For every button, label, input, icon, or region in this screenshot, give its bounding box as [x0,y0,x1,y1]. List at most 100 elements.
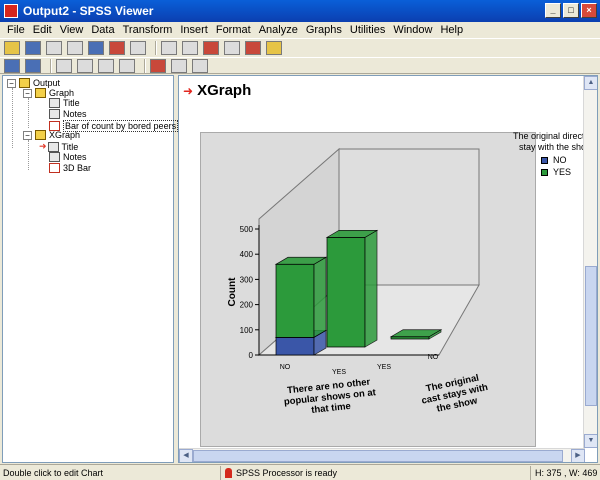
spss-app-icon[interactable] [4,4,18,18]
notes-doc-icon [49,152,60,162]
show-icon[interactable] [98,58,114,73]
print-preview-icon[interactable] [67,41,83,55]
y-axis-label: Count [227,277,238,307]
menu-edit[interactable]: Edit [29,24,56,36]
scroll-left-button[interactable]: ◀ [179,449,193,462]
undo-icon[interactable] [130,41,146,55]
tree-line [28,98,29,128]
print-icon[interactable] [46,41,62,55]
scroll-up-button[interactable]: ▲ [584,76,597,90]
status-processor: SPSS Processor is ready [220,465,530,480]
title-doc-icon [49,98,60,108]
tree-node-title[interactable]: ➜ Title [39,141,78,152]
vertical-scrollbar[interactable]: ▲ ▼ [583,76,597,448]
3d-bar-chart[interactable]: 0 100 200 300 400 500 Count NO YES YES NO There ar… [201,133,537,448]
bar-back-yes-cat1-side [364,229,378,348]
export-icon[interactable] [88,41,104,55]
output-heading: ➜ XGraph [183,82,251,99]
tree-node-notes[interactable]: Notes [49,109,87,119]
tree-node-notes[interactable]: Notes [49,152,87,162]
toolbar-separator [50,58,52,73]
tree-node-label: Notes [63,109,87,119]
tree-node-output[interactable]: − Output [7,78,60,88]
promote-icon[interactable] [4,58,20,73]
recall-dialog-icon[interactable] [109,41,125,55]
demote-icon[interactable] [25,58,41,73]
insert-heading-icon[interactable] [150,58,166,73]
tree-node-label: Bar of count by bored peers [63,120,179,132]
tree-node-graph[interactable]: − Graph [23,88,74,98]
minimize-button[interactable]: _ [545,3,561,18]
y-tick-label: 300 [240,275,254,284]
bar-back-yes-cat1-front [326,237,366,348]
value-labels-icon[interactable] [245,41,261,55]
expand-icon[interactable] [56,58,72,73]
y-tick-label: 500 [240,225,254,234]
x-category-label: There are no otherpopular shows on attha… [282,376,378,419]
toolbar-separator [144,58,146,73]
x-category-label: The originalcast stays withthe show [418,371,491,417]
menu-transform[interactable]: Transform [119,24,177,36]
menu-window[interactable]: Window [389,24,436,36]
menu-analyze[interactable]: Analyze [255,24,302,36]
outline-toolbar [0,57,600,74]
chart-frame[interactable]: 0 100 200 300 400 500 Count NO YES YES NO There ar… [200,132,536,447]
tree-node-label: Output [33,78,61,88]
horizontal-scrollbar[interactable]: ◀ ▶ [179,448,585,462]
hide-icon[interactable] [119,58,135,73]
scroll-down-button[interactable]: ▼ [584,434,597,448]
scroll-thumb[interactable] [585,266,597,406]
find-icon[interactable] [203,41,219,55]
select-cases-icon[interactable] [224,41,240,55]
tree-node-title[interactable]: Title [49,98,80,108]
x-subcategory-label: YES [332,369,346,376]
tree-node-label: Title [61,141,79,152]
book-icon [35,88,46,98]
window-title: Output2 - SPSS Viewer [23,4,154,18]
status-hint: Double click to edit Chart [3,467,104,478]
legend-swatch [541,168,548,176]
bar-front-no-cat1-front [275,337,315,356]
scroll-right-button[interactable]: ▶ [571,449,585,462]
maximize-button[interactable]: □ [563,3,579,18]
menu-view[interactable]: View [56,24,88,36]
menu-data[interactable]: Data [87,24,118,36]
scroll-thumb[interactable] [193,450,563,462]
tree-node-xgraph[interactable]: − XGraph [23,130,80,140]
title-doc-icon [47,141,59,152]
save-icon[interactable] [25,41,41,55]
menu-utilities[interactable]: Utilities [346,24,389,36]
menu-insert[interactable]: Insert [176,24,212,36]
collapse-toggle[interactable]: − [7,78,16,88]
tree-line [12,88,13,148]
bar-front-yes-cat1 [274,256,328,338]
legend-label: YES [553,167,572,177]
outline-pane[interactable]: − Output − Graph Title Notes Bar of coun… [2,75,179,463]
open-icon[interactable] [4,41,20,55]
close-button[interactable]: × [581,3,597,18]
collapse-toggle[interactable]: − [23,88,32,98]
tree-node-label: Notes [63,152,87,162]
processor-status-text: SPSS Processor is ready [236,467,338,478]
variables-icon[interactable] [182,41,198,55]
output-content-pane[interactable]: ➜ XGraph 0 100 200 300 400 500 Count NO YES YES N… [178,75,598,463]
standard-toolbar [0,38,600,58]
current-item-arrow-icon: ➜ [183,83,194,98]
status-bar: Double click to edit Chart SPSS Processo… [0,464,600,480]
designate-window-icon[interactable] [266,41,282,55]
goto-case-icon[interactable] [161,41,177,55]
legend-swatch [541,156,548,164]
toolbar-separator [155,41,157,55]
menu-format[interactable]: Format [212,24,255,36]
menu-help[interactable]: Help [436,24,467,36]
collapse-icon[interactable] [77,58,93,73]
insert-title-icon[interactable] [171,58,187,73]
insert-text-icon[interactable] [192,58,208,73]
tree-node-3d-bar[interactable]: 3D Bar [49,163,91,173]
menu-file[interactable]: File [3,24,29,36]
y-tick-label: 200 [240,301,254,310]
collapse-toggle[interactable]: − [23,130,32,140]
bar-front-yes-cat1-front [275,263,315,338]
book-icon [19,78,30,88]
menu-graphs[interactable]: Graphs [302,24,346,36]
